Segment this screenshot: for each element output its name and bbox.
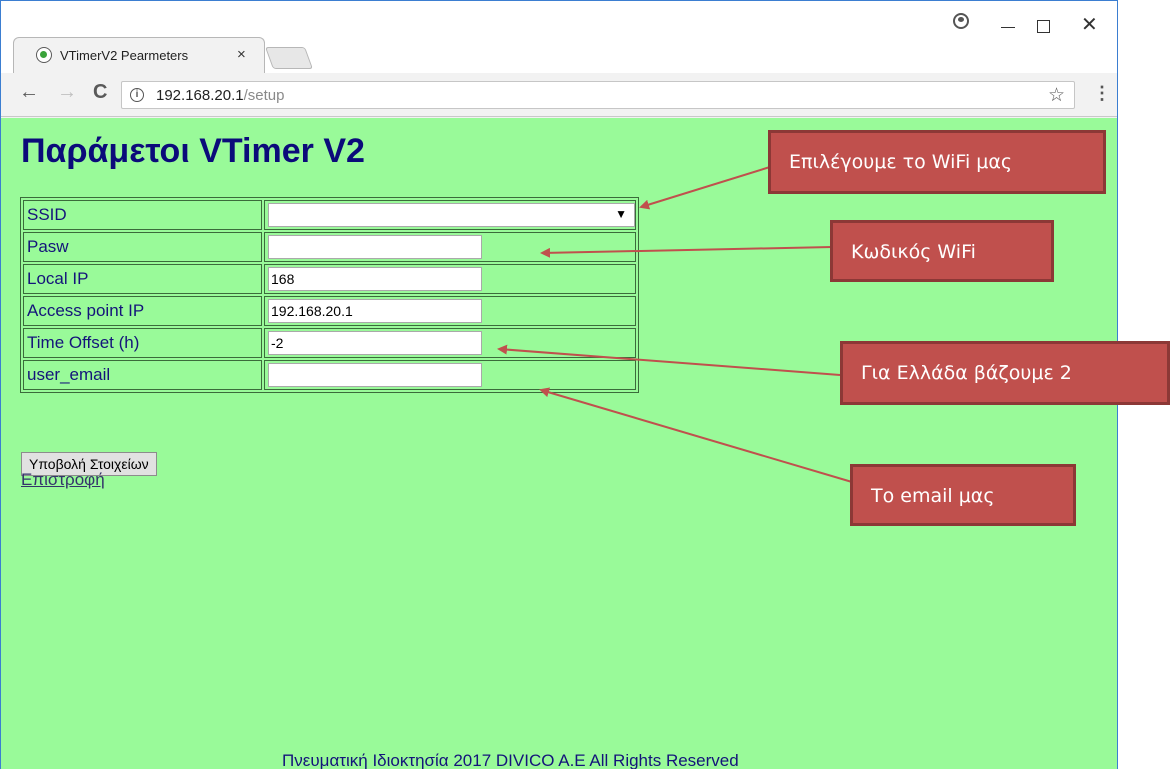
table-row: user_email: [23, 360, 636, 390]
access-point-ip-field[interactable]: [268, 299, 482, 323]
local-ip-cell: [264, 264, 636, 294]
page-title: Παράμετοι VTimer V2: [21, 132, 365, 170]
tab-strip: VTimerV2 Pearmeters × ✕: [1, 1, 1117, 73]
minimize-button[interactable]: [1001, 27, 1015, 28]
offset-callout: Για Ελλάδα βάζουμε 2: [840, 341, 1170, 405]
local-ip-label: Local IP: [23, 264, 262, 294]
table-row: SSID ▼: [23, 200, 636, 230]
password-cell: [264, 232, 636, 262]
browser-menu-icon[interactable]: ⋮: [1093, 83, 1111, 104]
user-email-label: user_email: [23, 360, 262, 390]
password-callout: Κωδικός WiFi: [830, 220, 1054, 282]
access-point-ip-cell: [264, 296, 636, 326]
time-offset-cell: [264, 328, 636, 358]
address-bar[interactable]: i 192.168.20.1/setup ☆: [121, 81, 1075, 109]
ssid-cell: ▼: [264, 200, 636, 230]
back-link[interactable]: Επιστροφή: [21, 470, 105, 490]
password-field[interactable]: [268, 235, 482, 259]
new-tab-button[interactable]: [264, 47, 314, 69]
table-row: Local IP: [23, 264, 636, 294]
tab-close-icon[interactable]: ×: [237, 46, 246, 63]
table-row: Pasw: [23, 232, 636, 262]
ssid-select[interactable]: ▼: [268, 203, 635, 227]
email-callout: Το email μας: [850, 464, 1076, 526]
settings-form-table: SSID ▼ Pasw Local IP 168 Access point IP…: [20, 197, 639, 393]
tab-title: VTimerV2 Pearmeters: [60, 48, 189, 63]
browser-tab[interactable]: VTimerV2 Pearmeters ×: [13, 37, 265, 73]
time-offset-label: Time Offset (h): [23, 328, 262, 358]
site-info-icon[interactable]: i: [130, 88, 144, 102]
ssid-label: SSID: [23, 200, 262, 230]
password-label: Pasw: [23, 232, 262, 262]
url-text: 192.168.20.1/setup: [156, 87, 284, 104]
time-offset-field[interactable]: [268, 331, 482, 355]
account-icon[interactable]: [953, 13, 969, 29]
url-host: 192.168.20.1: [156, 87, 244, 104]
back-arrow-icon[interactable]: ←: [19, 81, 39, 104]
url-path: /setup: [243, 87, 285, 104]
forward-arrow-icon[interactable]: →: [57, 81, 77, 104]
user-email-cell: [264, 360, 636, 390]
dropdown-arrow-icon: ▼: [615, 207, 627, 221]
table-row: Access point IP: [23, 296, 636, 326]
reload-icon[interactable]: C: [93, 81, 107, 104]
wifi-callout: Επιλέγουμε το WiFi μας: [768, 130, 1106, 194]
close-window-button[interactable]: ✕: [1081, 12, 1098, 37]
maximize-button[interactable]: [1037, 20, 1050, 33]
access-point-ip-label: Access point IP: [23, 296, 262, 326]
bookmark-star-icon[interactable]: ☆: [1048, 84, 1065, 107]
page-content: Παράμετοι VTimer V2 SSID ▼ Pasw Local IP: [1, 118, 1117, 769]
table-row: Time Offset (h): [23, 328, 636, 358]
site-favicon-icon: [36, 47, 52, 63]
user-email-field[interactable]: [268, 363, 482, 387]
browser-toolbar: ← → C i 192.168.20.1/setup ☆ ⋮: [1, 73, 1117, 117]
footer-copyright: Πνευματική Ιδιοκτησία 2017 DIVICO A.E Al…: [282, 751, 739, 769]
local-ip-field[interactable]: [268, 267, 482, 291]
